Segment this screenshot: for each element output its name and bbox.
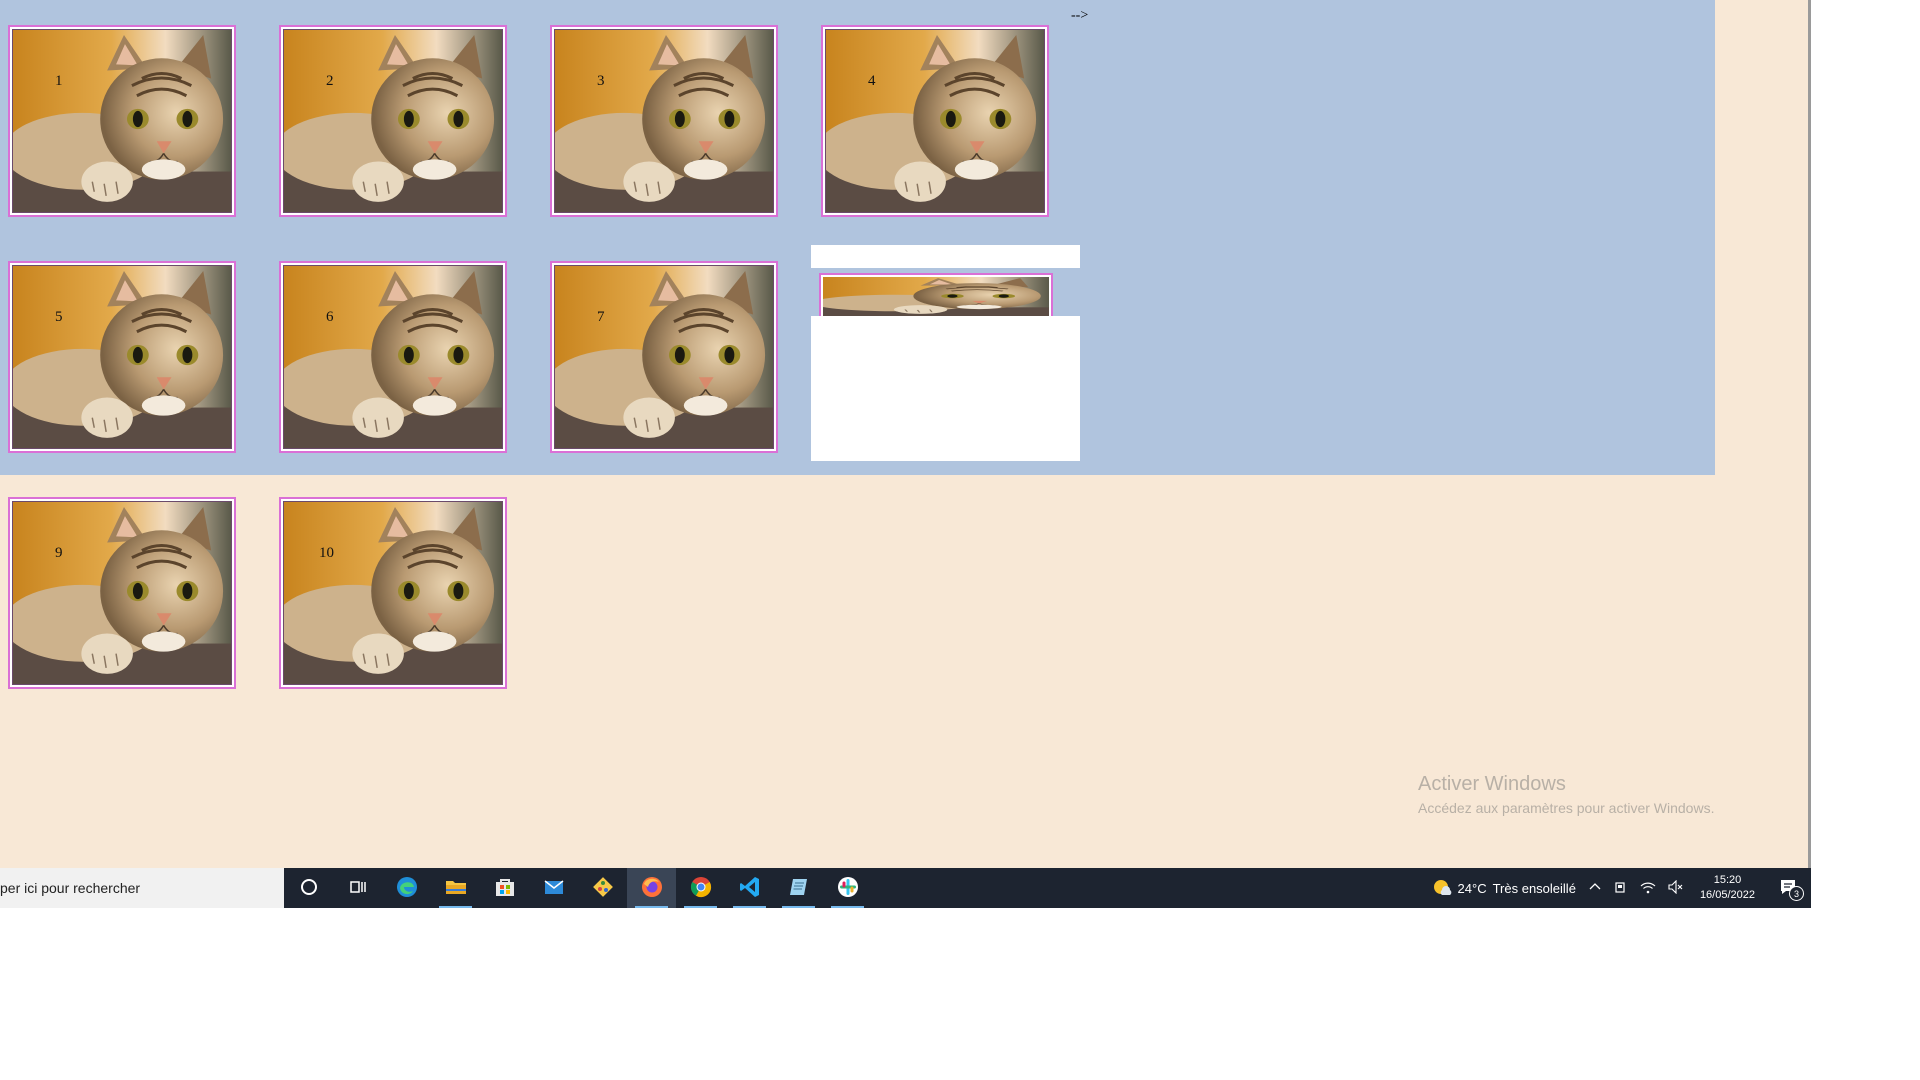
tile-number: 2 <box>326 73 334 89</box>
cat-photo <box>283 501 503 685</box>
clock-date: 16/05/2022 <box>1699 889 1755 901</box>
network-button[interactable] <box>1634 868 1662 908</box>
task-view-icon <box>349 878 367 899</box>
cat-tile-10: 10 <box>279 497 507 689</box>
cat-tile-7: 7 <box>550 261 778 453</box>
stray-arrow-text: --> <box>1071 8 1089 23</box>
clock-time: 15:20 <box>1713 874 1742 886</box>
cat-tile-1: 1 <box>8 25 236 217</box>
chrome-button[interactable] <box>676 868 725 908</box>
cat-photo <box>12 501 232 685</box>
watermark-title: Activer Windows <box>1418 773 1566 795</box>
volume-button[interactable] <box>1662 868 1690 908</box>
firefox-button[interactable] <box>627 868 676 908</box>
weather-text: Très ensoleillé <box>1492 880 1576 896</box>
cat-tile-5: 5 <box>8 261 236 453</box>
tile-number: 7 <box>597 309 605 325</box>
store-button[interactable] <box>480 868 529 908</box>
chrome-icon <box>689 875 713 902</box>
file-explorer-button[interactable] <box>431 868 480 908</box>
cat-tile-3: 3 <box>550 25 778 217</box>
mail-button[interactable] <box>529 868 578 908</box>
volume-muted-icon <box>1668 879 1684 897</box>
slack-icon <box>836 875 860 902</box>
notes-icon <box>787 875 811 902</box>
weather-widget[interactable]: 24°C Très ensoleillé <box>1426 868 1582 908</box>
browser-viewport: --> 1 2 3 4 5 6 7 9 10 Activer Windows A… <box>0 0 1811 868</box>
white-overlay-bottom <box>811 316 1080 461</box>
cat-tile-4: 4 <box>821 25 1049 217</box>
cat-tile-2: 2 <box>279 25 507 217</box>
watermark-subtitle: Accédez aux paramètres pour activer Wind… <box>1418 800 1715 816</box>
notes-button[interactable] <box>774 868 823 908</box>
cat-photo <box>283 265 503 449</box>
cat-photo <box>283 29 503 213</box>
cat-tile-8-partial <box>819 273 1053 316</box>
viewport-edge <box>1808 0 1811 868</box>
mail-icon <box>542 875 566 902</box>
store-icon <box>493 875 517 902</box>
taskbar-search-box[interactable]: per ici pour rechercher <box>0 868 284 908</box>
cat-tile-9: 9 <box>8 497 236 689</box>
clock[interactable]: 15:20 16/05/2022 <box>1690 868 1765 908</box>
cat-photo <box>825 29 1045 213</box>
firefox-icon <box>640 875 664 902</box>
show-hidden-icons-button[interactable] <box>1582 868 1608 908</box>
notification-count-badge: 3 <box>1789 886 1804 901</box>
tile-number: 3 <box>597 73 605 89</box>
git-icon <box>591 875 615 902</box>
tile-number: 10 <box>319 545 334 561</box>
wifi-icon <box>1640 880 1656 897</box>
chevron-up-icon <box>1588 880 1602 897</box>
cat-photo <box>12 29 232 213</box>
tile-number: 9 <box>55 545 63 561</box>
white-overlay-top <box>811 245 1080 268</box>
meet-now-button[interactable] <box>1608 868 1634 908</box>
edge-icon <box>395 875 419 902</box>
task-view-button[interactable] <box>333 868 382 908</box>
cortana-icon <box>300 878 318 899</box>
activate-windows-watermark: Activer Windows Accédez aux paramètres p… <box>1418 773 1714 816</box>
system-tray: 24°C Très ensoleillé 15:20 16/05/2022 3 <box>1426 868 1811 908</box>
camera-icon <box>1614 880 1628 897</box>
cat-photo <box>554 265 774 449</box>
vscode-button[interactable] <box>725 868 774 908</box>
windows-taskbar: per ici pour rechercher 24°C Très ensole… <box>0 868 1811 908</box>
cat-photo <box>554 29 774 213</box>
search-placeholder: per ici pour rechercher <box>0 880 141 896</box>
file-explorer-icon <box>444 875 468 902</box>
tile-number: 6 <box>326 309 334 325</box>
tile-number: 4 <box>868 73 876 89</box>
cortana-button[interactable] <box>284 868 333 908</box>
git-button[interactable] <box>578 868 627 908</box>
notification-center-button[interactable]: 3 <box>1765 868 1811 908</box>
vscode-icon <box>738 875 762 902</box>
weather-sun-icon <box>1432 877 1452 900</box>
cat-tile-6: 6 <box>279 261 507 453</box>
tile-number: 1 <box>55 73 63 89</box>
edge-button[interactable] <box>382 868 431 908</box>
cat-photo <box>12 265 232 449</box>
weather-temp: 24°C <box>1457 880 1487 896</box>
tile-number: 5 <box>55 309 63 325</box>
cat-photo-squashed <box>823 277 1049 316</box>
slack-button[interactable] <box>823 868 872 908</box>
